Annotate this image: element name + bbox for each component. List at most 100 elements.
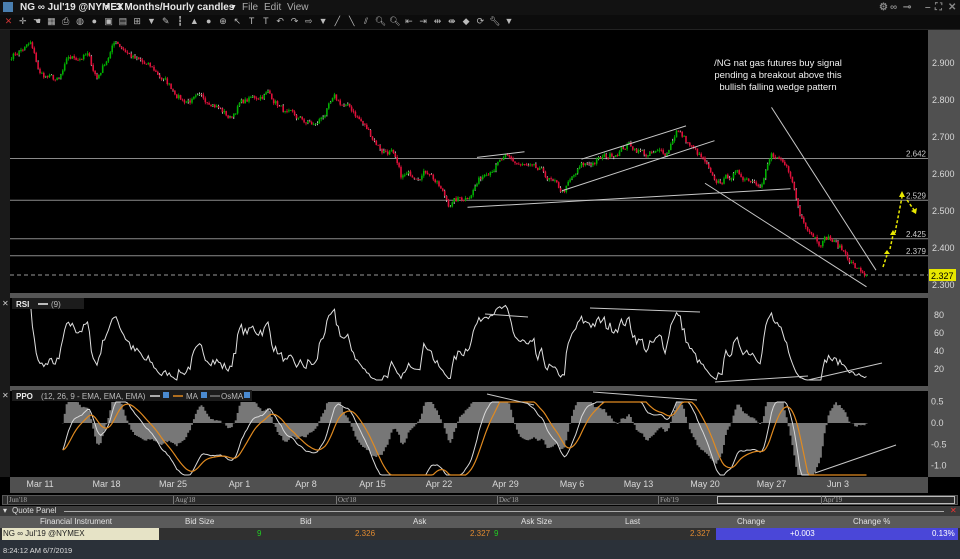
picture-icon[interactable]: ▤ <box>117 16 128 27</box>
cursor-icon[interactable]: ↖ <box>232 16 243 27</box>
candle <box>533 164 535 165</box>
maximize-icon[interactable]: ⛶ <box>935 2 942 13</box>
chart-app-icon <box>3 2 13 12</box>
refresh-icon[interactable]: ⟳ <box>475 16 486 27</box>
bars-icon[interactable]: ┇ <box>175 16 186 27</box>
column-header[interactable]: Bid Size <box>185 517 214 526</box>
time-range-scroller[interactable]: Jun'18 Aug'18 Oct'18 Dec'18 Feb'19 Apr'19 <box>2 495 958 505</box>
grid-icon[interactable]: ▦ <box>46 16 57 27</box>
candle <box>145 63 148 65</box>
ball-icon[interactable]: ● <box>203 16 214 27</box>
candle <box>776 157 778 159</box>
candle <box>105 61 108 66</box>
layout-icon[interactable]: ⊞ <box>132 16 143 27</box>
candle <box>170 83 172 89</box>
chevron-down-icon[interactable]: ▼ <box>230 4 237 11</box>
checkbox[interactable] <box>201 392 207 398</box>
candle <box>371 136 374 140</box>
candle <box>347 103 349 105</box>
undo-icon[interactable]: ↶ <box>275 16 286 27</box>
image-icon[interactable]: ▣ <box>103 16 114 27</box>
candle <box>820 245 822 247</box>
close-icon[interactable]: ✕ <box>2 391 9 400</box>
column-header[interactable]: Bid <box>300 517 312 526</box>
chart-area[interactable]: 2.900 2.800 2.700 2.600 2.500 2.400 2.300 2.642… <box>0 30 960 477</box>
candle <box>622 147 625 149</box>
candle <box>721 182 723 184</box>
candle <box>103 65 106 67</box>
crosshair-icon[interactable]: ✛ <box>17 16 28 27</box>
quote-row[interactable]: NG ∞ Jul'19 @NYMEX 9 2.326 2.327 9 2.327… <box>0 528 960 540</box>
menu-view[interactable]: View <box>287 2 309 13</box>
column-header[interactable]: Financial Instrument <box>40 517 112 526</box>
candle <box>413 177 416 179</box>
candle <box>280 105 283 107</box>
menu-file[interactable]: File <box>242 2 258 13</box>
chevron-down-icon[interactable]: ▼ <box>104 4 111 11</box>
globe-icon[interactable]: ◍ <box>75 16 86 27</box>
zoom-in-icon[interactable]: 🔍︎ <box>375 16 386 27</box>
timeframe-selector[interactable]: 3 Months/Hourly candles <box>116 2 234 13</box>
title-bar: NG ∞ Jul'19 @NYMEX ▼ 3 Months/Hourly can… <box>0 0 960 15</box>
column-header[interactable]: Change <box>737 517 765 526</box>
triangle-down-icon[interactable]: ▼ <box>146 16 157 27</box>
candle <box>639 150 642 151</box>
minimize-icon[interactable]: – <box>925 2 931 13</box>
instrument-cell[interactable]: NG ∞ Jul'19 @NYMEX <box>3 529 85 538</box>
menu-edit[interactable]: Edit <box>264 2 281 13</box>
column-header[interactable]: Ask Size <box>521 517 552 526</box>
candle <box>231 116 233 118</box>
triangle-down-icon[interactable]: ▼ <box>504 16 515 27</box>
print-icon[interactable]: ⎙ <box>60 16 71 27</box>
mountain-icon[interactable]: ▲ <box>189 16 200 27</box>
column-header[interactable]: Last <box>625 517 640 526</box>
target-icon[interactable]: ⊕ <box>218 16 229 27</box>
candle <box>25 44 28 47</box>
zoom-out-icon[interactable]: 🔍︎ <box>389 16 400 27</box>
shift-right-icon[interactable]: ⇥ <box>418 16 429 27</box>
close-icon[interactable]: ✕ <box>948 2 956 13</box>
candle <box>595 159 598 164</box>
pin-icon[interactable]: ⊸ <box>903 2 911 13</box>
rsi-tick-label: 40 <box>934 346 944 356</box>
close-icon[interactable]: ✕ <box>2 299 9 308</box>
compress-icon[interactable]: ⇼ <box>446 16 457 27</box>
line-tool-icon[interactable]: ╱ <box>332 16 343 27</box>
panel-divider[interactable] <box>10 293 928 298</box>
shift-left-icon[interactable]: ⇤ <box>403 16 414 27</box>
close-icon[interactable]: ✕ <box>950 506 957 515</box>
column-header[interactable]: Change % <box>853 517 890 526</box>
redo-icon[interactable]: ↷ <box>289 16 300 27</box>
column-header[interactable]: Ask <box>413 517 426 526</box>
candle <box>831 239 834 242</box>
gear-icon[interactable]: ⚙ <box>879 2 888 13</box>
circle-icon[interactable]: ● <box>89 16 100 27</box>
arrow-icon[interactable]: ⇨ <box>303 16 314 27</box>
quote-panel-title: Quote Panel <box>12 506 57 515</box>
candle <box>259 96 262 100</box>
candle <box>812 233 815 237</box>
checkbox[interactable] <box>163 392 169 398</box>
expand-icon[interactable]: ⇹ <box>432 16 443 27</box>
pointer-icon[interactable]: ☚ <box>32 16 43 27</box>
checkbox[interactable] <box>244 392 250 398</box>
close-icon[interactable]: ✕ <box>3 16 14 27</box>
candle <box>301 116 303 120</box>
wrench-icon[interactable]: 🔧︎ <box>489 16 500 27</box>
triangle-down-icon[interactable]: ▼ <box>318 16 329 27</box>
trendline-icon[interactable]: ╲ <box>346 16 357 27</box>
text-box-icon[interactable]: T <box>260 16 271 27</box>
candle <box>696 148 699 155</box>
candle <box>238 102 241 107</box>
pencil-icon[interactable]: ✎ <box>160 16 171 27</box>
collapse-icon[interactable]: ▾ <box>3 506 7 515</box>
candle <box>480 177 482 180</box>
candle <box>434 179 436 183</box>
candle <box>278 105 281 107</box>
candle <box>164 78 167 80</box>
link-icon[interactable]: ∞ <box>890 2 897 13</box>
candle <box>284 110 286 112</box>
channel-icon[interactable]: ⫽ <box>361 16 372 27</box>
text-icon[interactable]: T <box>246 16 257 27</box>
paint-icon[interactable]: ◆ <box>461 16 472 27</box>
